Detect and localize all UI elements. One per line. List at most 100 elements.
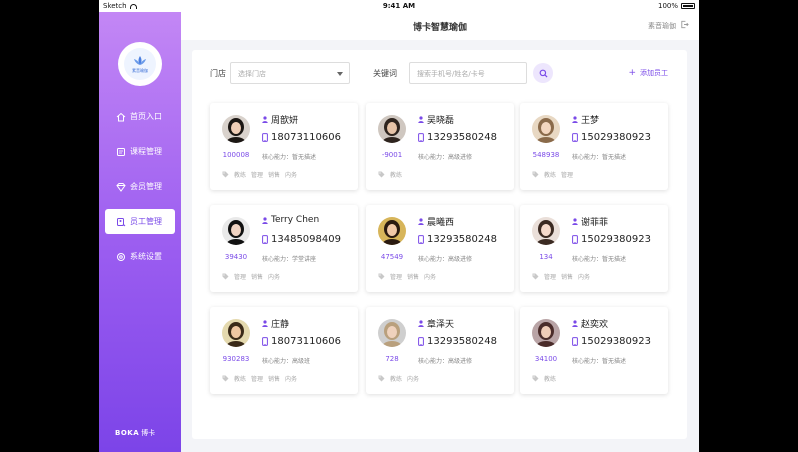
- role-tag: 教练: [544, 376, 557, 383]
- brand-en: BOKA: [115, 429, 140, 437]
- staff-card[interactable]: 34100 赵奕欢 15029380923 核心能力：暂无描述 教练: [520, 307, 668, 394]
- staff-name: 吴晓磊: [427, 116, 455, 126]
- staff-phone-row: 15029380923: [572, 234, 651, 245]
- avatar: [532, 319, 560, 347]
- add-staff-button[interactable]: + 添加员工: [628, 68, 668, 78]
- staff-id: 39430: [224, 253, 248, 261]
- role-tags: 教练: [378, 170, 402, 179]
- tag-icon: [222, 171, 229, 178]
- search-button[interactable]: [533, 63, 553, 83]
- role-tag: 管理: [251, 376, 264, 383]
- staff-ability: 核心能力：暂无描述: [572, 154, 627, 161]
- person-icon: [262, 116, 268, 123]
- status-bar: Sketch 9:41 AM 100%: [99, 0, 699, 12]
- staff-name-row: 赵奕欢: [572, 317, 608, 330]
- staff-card[interactable]: 930283 庄静 18073110606 核心能力：高级班 教练 管理 销售 内务: [210, 307, 358, 394]
- filter-bar: 门店 选择门店 关键词 搜索手机号/姓名/卡号 + 添加员工: [192, 50, 687, 96]
- status-right: 100%: [658, 2, 695, 10]
- studio-logo[interactable]: 素音瑜伽: [118, 42, 162, 86]
- logout-icon[interactable]: [680, 20, 689, 31]
- app-window: Sketch 9:41 AM 100% 素音瑜伽 首页入口 课程管理 会员管理 …: [99, 0, 699, 452]
- sidebar-item-settings[interactable]: 系统设置: [105, 244, 175, 269]
- staff-phone: 15029380923: [581, 132, 651, 143]
- staff-phone: 13293580248: [427, 132, 497, 143]
- staff-name-row: 晨曦西: [418, 215, 454, 228]
- search-input[interactable]: 搜索手机号/姓名/卡号: [409, 62, 527, 84]
- staff-phone: 18073110606: [271, 132, 341, 143]
- staff-icon: [116, 217, 126, 227]
- role-tag: 销售: [268, 376, 281, 383]
- tag-icon: [532, 375, 539, 382]
- staff-phone-row: 15029380923: [572, 336, 651, 347]
- staff-ability: 核心能力：暂无描述: [572, 358, 627, 365]
- staff-phone: 13293580248: [427, 234, 497, 245]
- phone-icon: [418, 337, 424, 346]
- battery-icon: [681, 3, 695, 9]
- staff-ability: 核心能力：高级班: [262, 358, 311, 365]
- plus-icon: +: [628, 67, 636, 78]
- staff-card[interactable]: 100008 周歆妍 18073110606 核心能力：暂无描述 教练 管理 销售 内务: [210, 103, 358, 190]
- staff-card[interactable]: 39430 Terry Chen 13485098409 核心能力：学堂讲座管理 销售内…: [210, 205, 358, 292]
- user-area: 素音瑜伽: [648, 20, 689, 31]
- person-icon: [418, 218, 424, 225]
- staff-name: Terry Chen: [271, 215, 320, 225]
- role-tag: 教练: [390, 172, 403, 179]
- role-tags: 管理 销售 内务: [532, 272, 590, 281]
- role-tag: 教练: [544, 172, 557, 179]
- staff-name: 庄静: [271, 320, 290, 330]
- staff-card[interactable]: -9001 吴晓磊 13293580248 核心能力：高级进修 教练: [366, 103, 514, 190]
- search-icon: [539, 69, 548, 78]
- sidebar-item-members[interactable]: 会员管理: [105, 174, 175, 199]
- phone-icon: [572, 337, 578, 346]
- staff-name: 谢菲菲: [581, 218, 609, 228]
- staff-name-row: 王梦: [572, 113, 599, 126]
- store-select[interactable]: 选择门店: [230, 62, 350, 84]
- person-icon: [572, 218, 578, 225]
- staff-name: 章泽天: [427, 320, 455, 330]
- role-tag: 内务: [424, 274, 437, 281]
- brand-cn: 博卡: [141, 429, 156, 437]
- staff-ability: 核心能力：学堂讲座: [262, 256, 317, 263]
- phone-icon: [418, 133, 424, 142]
- role-tag: 内务: [268, 274, 281, 281]
- sidebar-item-staff[interactable]: 员工管理: [105, 209, 175, 234]
- staff-id: 728: [385, 355, 399, 363]
- role-tag: 内务: [407, 376, 420, 383]
- staff-name-row: 章泽天: [418, 317, 454, 330]
- role-tag: 销售: [268, 172, 281, 179]
- staff-id: 47549: [380, 253, 404, 261]
- role-tags: 管理 销售 内务: [378, 272, 436, 281]
- role-tag: 销售: [251, 274, 264, 281]
- role-tag: 内务: [578, 274, 591, 281]
- phone-icon: [262, 133, 268, 142]
- role-tag: 管理: [251, 172, 264, 179]
- lotus-icon: [134, 55, 146, 65]
- staff-card[interactable]: 134 谢菲菲 15029380923 核心能力：暂无描述 管理 销售 内务: [520, 205, 668, 292]
- tag-icon: [222, 375, 229, 382]
- staff-phone: 13293580248: [427, 336, 497, 347]
- staff-card[interactable]: 47549 晨曦西 13293580248 核心能力：高级进修 管理 销售 内务: [366, 205, 514, 292]
- staff-phone-row: 18073110606: [262, 336, 341, 347]
- battery-percent: 100%: [657, 2, 678, 10]
- sidebar-item-courses[interactable]: 课程管理: [105, 139, 175, 164]
- sidebar-item-home[interactable]: 首页入口: [105, 104, 175, 129]
- store-select-placeholder: 选择门店: [238, 70, 266, 78]
- chevron-down-icon: [337, 72, 343, 76]
- avatar: [532, 217, 560, 245]
- role-tag: 管理: [234, 274, 247, 281]
- course-icon: [116, 147, 126, 157]
- staff-phone-row: 13293580248: [418, 234, 497, 245]
- staff-card[interactable]: 728 章泽天 13293580248 核心能力：高级进修 教练 内务: [366, 307, 514, 394]
- staff-card[interactable]: 548938 王梦 15029380923 核心能力：暂无描述 教练 管理: [520, 103, 668, 190]
- role-tags: 教练 内务: [378, 374, 419, 383]
- status-time: 9:41 AM: [382, 2, 416, 10]
- avatar: [532, 115, 560, 143]
- phone-icon: [572, 133, 578, 142]
- avatar: [378, 115, 406, 143]
- staff-name-row: Terry Chen: [262, 215, 319, 225]
- staff-name: 赵奕欢: [581, 320, 609, 330]
- top-header: 博卡智慧瑜伽 素音瑜伽: [181, 12, 699, 40]
- role-tags: 教练 管理: [532, 170, 573, 179]
- role-tag: 教练: [234, 376, 247, 383]
- staff-phone-row: 13485098409: [262, 234, 341, 245]
